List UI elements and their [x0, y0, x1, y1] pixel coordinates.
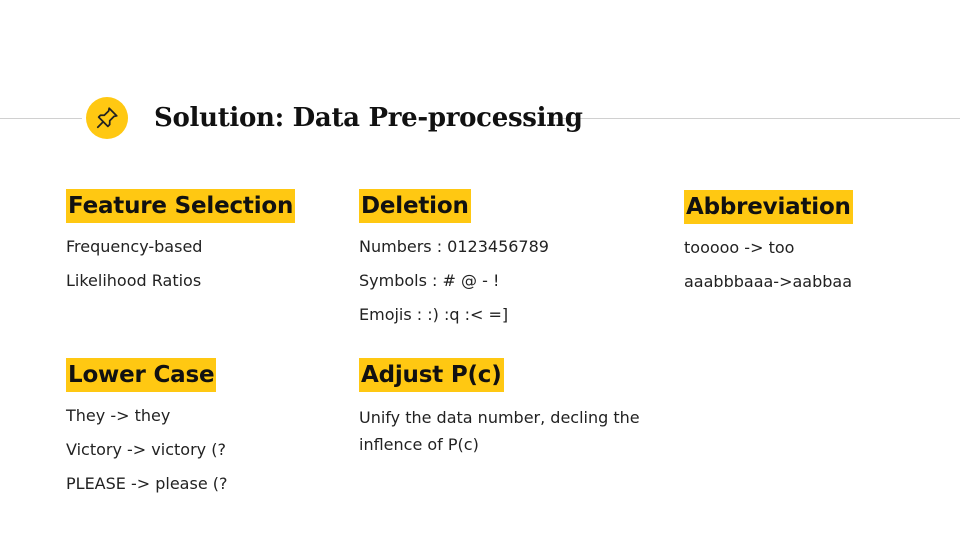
- list-item: tooooo -> too: [684, 238, 795, 257]
- section-heading: Feature Selection: [66, 189, 296, 223]
- title-rule-right: [552, 118, 960, 119]
- section-heading: Lower Case: [66, 358, 217, 392]
- pushpin-icon: [86, 97, 128, 139]
- list-item: Frequency-based: [66, 237, 203, 256]
- list-item: aaabbbaaa->aabbaa: [684, 272, 853, 291]
- section-deletion: Deletion Numbers : 0123456789 Symbols : …: [359, 189, 549, 325]
- list-item: Symbols : # @ - !: [359, 271, 500, 290]
- section-adjust-pc: Adjust P(c) Unify the data number, decli…: [359, 358, 659, 458]
- list-item: Numbers : 0123456789: [359, 237, 549, 256]
- slide-title: Solution: Data Pre-processing: [154, 103, 583, 133]
- list-item: Victory -> victory (?: [66, 440, 226, 459]
- list-item: PLEASE -> please (?: [66, 474, 228, 493]
- title-rule-left: [0, 118, 82, 119]
- list-item: They -> they: [66, 406, 171, 425]
- section-lower-case: Lower Case They -> they Victory -> victo…: [66, 358, 227, 494]
- section-heading: Deletion: [359, 189, 471, 223]
- section-abbreviation: Abbreviation tooooo -> too aaabbbaaa->aa…: [684, 190, 853, 292]
- section-heading: Adjust P(c): [359, 358, 504, 392]
- section-feature-selection: Feature Selection Frequency-based Likeli…: [66, 189, 296, 291]
- list-item: Emojis : :) :q :< =]: [359, 305, 509, 324]
- section-text: Unify the data number, decling the infle…: [359, 408, 640, 454]
- list-item: Likelihood Ratios: [66, 271, 202, 290]
- section-heading: Abbreviation: [684, 190, 853, 224]
